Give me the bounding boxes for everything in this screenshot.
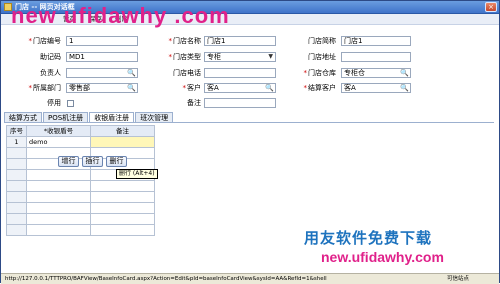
status-url: http://127.0.0.1/TTTPRO/BAFView/BaseInfo…	[5, 276, 327, 282]
store-phone-input[interactable]	[204, 68, 276, 78]
settle-customer-input[interactable]: 客A 🔍	[341, 83, 411, 93]
search-icon[interactable]: 🔍	[400, 69, 409, 77]
store-type-label: *门店类型	[168, 53, 202, 61]
manager-input[interactable]: 🔍	[66, 68, 138, 78]
chevron-down-icon[interactable]: ▼	[268, 53, 273, 61]
row-action-buttons: 增行 插行 删行	[58, 156, 127, 167]
settle-customer-label: *结算客户	[303, 84, 337, 92]
mnemonic-label: 助记码	[40, 53, 61, 61]
watermark-url: new.ufidawhy.com	[321, 249, 444, 265]
table-row-empty[interactable]	[6, 180, 155, 192]
header-code: *收银盾号	[26, 125, 91, 137]
insert-row-button[interactable]: 插行	[82, 156, 103, 167]
store-short-input[interactable]: 门店1	[341, 36, 411, 46]
row-code-cell[interactable]: demo	[26, 136, 91, 148]
row-no: 1	[6, 136, 27, 148]
store-name-label: *门店名称	[168, 37, 202, 45]
remark-input[interactable]	[204, 98, 276, 108]
delete-row-tooltip: 删行 (Alt+4)	[116, 169, 158, 179]
store-address-input[interactable]	[341, 52, 411, 62]
tab-divider	[4, 122, 494, 123]
row-remark-cell[interactable]	[90, 136, 155, 148]
search-icon[interactable]: 🔍	[127, 84, 136, 92]
store-form: *门店编号 1 *门店名称 门店1 门店简称 门店1 助记码 MD1 *门店类型…	[1, 30, 499, 110]
remark-label: 备注	[187, 99, 201, 107]
customer-label: *客户	[182, 84, 202, 92]
store-warehouse-label: *门店仓库	[303, 69, 337, 77]
store-warehouse-input[interactable]: 专柜仓 🔍	[341, 68, 411, 78]
add-row-button[interactable]: 增行	[58, 156, 79, 167]
table-row[interactable]: 1 demo	[6, 136, 155, 148]
dialog-window: 门店 -- 网页对话框 × 暂存 保存 删除 new ufidawhy .com…	[0, 0, 500, 284]
mnemonic-input[interactable]: MD1	[66, 52, 138, 62]
search-icon[interactable]: 🔍	[400, 84, 409, 92]
department-label: *所属部门	[28, 84, 62, 92]
disabled-checkbox[interactable]	[67, 100, 74, 107]
search-icon[interactable]: 🔍	[265, 84, 274, 92]
table-row-empty[interactable]	[6, 224, 155, 236]
store-code-input[interactable]: 1	[66, 36, 138, 46]
header-remark: 备注	[90, 125, 155, 137]
department-input[interactable]: 零售部 🔍	[66, 83, 138, 93]
table-row-empty[interactable]	[6, 213, 155, 225]
cash-shield-grid: 序号 *收银盾号 备注 1 demo	[6, 125, 156, 236]
store-type-select[interactable]: 专柜 ▼	[204, 52, 276, 62]
watermark-chinese: 用友软件免费下载	[304, 229, 433, 247]
table-row-empty[interactable]	[6, 191, 155, 203]
store-name-input[interactable]: 门店1	[204, 36, 276, 46]
manager-label: 负责人	[40, 69, 61, 77]
status-bar: http://127.0.0.1/TTTPRO/BAFView/BaseInfo…	[1, 273, 499, 284]
delete-row-button[interactable]: 删行	[106, 156, 127, 167]
watermark-top: new ufidawhy .com	[11, 3, 230, 28]
table-row-empty[interactable]	[6, 202, 155, 214]
disabled-label: 停用	[47, 99, 61, 107]
search-icon[interactable]: 🔍	[127, 69, 136, 77]
store-phone-label: 门店电话	[173, 69, 201, 77]
close-icon[interactable]: ×	[485, 2, 497, 12]
store-short-label: 门店简称	[308, 37, 336, 45]
store-code-label: *门店编号	[28, 37, 62, 45]
header-no: 序号	[6, 125, 27, 137]
status-zone: 可信站点	[446, 276, 469, 282]
customer-input[interactable]: 客A 🔍	[204, 83, 276, 93]
store-address-label: 门店地址	[308, 53, 336, 61]
